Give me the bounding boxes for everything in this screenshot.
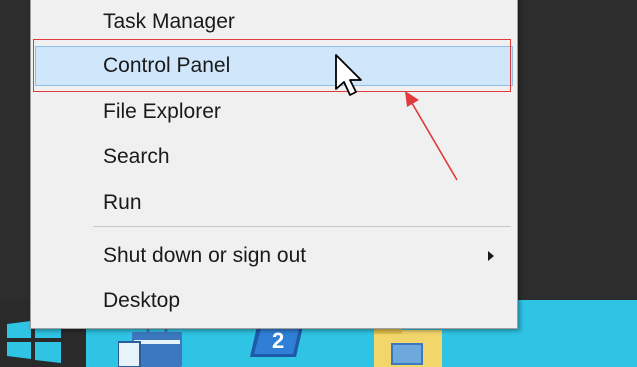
menu-item-shut-down[interactable]: Shut down or sign out xyxy=(35,236,513,276)
menu-item-task-manager[interactable]: Task Manager xyxy=(35,2,513,42)
menu-item-label: Task Manager xyxy=(103,10,235,33)
mouse-pointer-icon xyxy=(335,54,362,96)
menu-item-desktop[interactable]: Desktop xyxy=(35,281,513,321)
annotation-arrow xyxy=(405,91,458,181)
menu-item-run[interactable]: Run xyxy=(35,183,513,223)
annotation-highlight-box xyxy=(33,39,511,92)
menu-item-label: Shut down or sign out xyxy=(103,244,307,267)
svg-text:2: 2 xyxy=(272,328,284,353)
menu-separator xyxy=(93,226,511,227)
submenu-arrow-icon xyxy=(488,251,494,261)
menu-item-label: Desktop xyxy=(103,289,181,312)
menu-item-label: Run xyxy=(103,191,142,214)
menu-item-label: File Explorer xyxy=(103,100,221,123)
menu-item-label: Search xyxy=(103,145,170,168)
